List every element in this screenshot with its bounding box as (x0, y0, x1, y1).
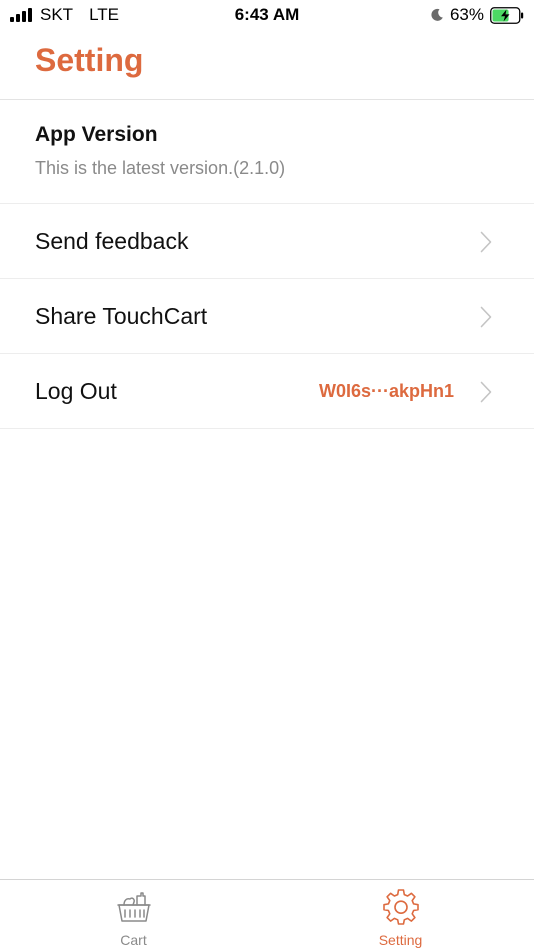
tab-cart-label: Cart (120, 932, 147, 948)
battery-percent: 63% (449, 5, 484, 24)
moon-icon (431, 8, 443, 21)
send-feedback-label: Send feedback (35, 228, 189, 254)
settings-screen: SKT LTE 6:43 AM 63% Setting App Version … (0, 0, 534, 950)
battery-charging-icon (490, 6, 524, 24)
gear-icon (382, 889, 419, 925)
chevron-right-icon (480, 381, 492, 403)
chevron-right-icon (480, 306, 492, 328)
app-version-row: App Version This is the latest version.(… (0, 100, 534, 204)
tab-setting[interactable]: Setting (267, 880, 534, 950)
tab-cart[interactable]: Cart (0, 880, 267, 950)
log-out-label: Log Out (35, 378, 117, 404)
chevron-right-icon (480, 231, 492, 253)
tab-setting-label: Setting (378, 932, 423, 948)
settings-list: App Version This is the latest version.(… (0, 100, 534, 429)
account-id-value: W0I6s···akpHn1 (318, 381, 454, 401)
header: Setting (0, 30, 534, 100)
page-title: Setting (35, 42, 144, 78)
status-bar: SKT LTE 6:43 AM 63% (0, 0, 534, 30)
share-app-row[interactable]: Share TouchCart (0, 279, 534, 354)
status-right: 63% (430, 5, 524, 25)
app-version-subtitle: This is the latest version.(2.1.0) (35, 158, 286, 178)
send-feedback-row[interactable]: Send feedback (0, 204, 534, 279)
app-version-title: App Version (35, 123, 158, 146)
basket-icon (116, 892, 151, 922)
share-app-label: Share TouchCart (35, 303, 208, 329)
tab-bar: Cart Setting (0, 879, 534, 950)
log-out-row[interactable]: Log Out W0I6s···akpHn1 (0, 354, 534, 429)
